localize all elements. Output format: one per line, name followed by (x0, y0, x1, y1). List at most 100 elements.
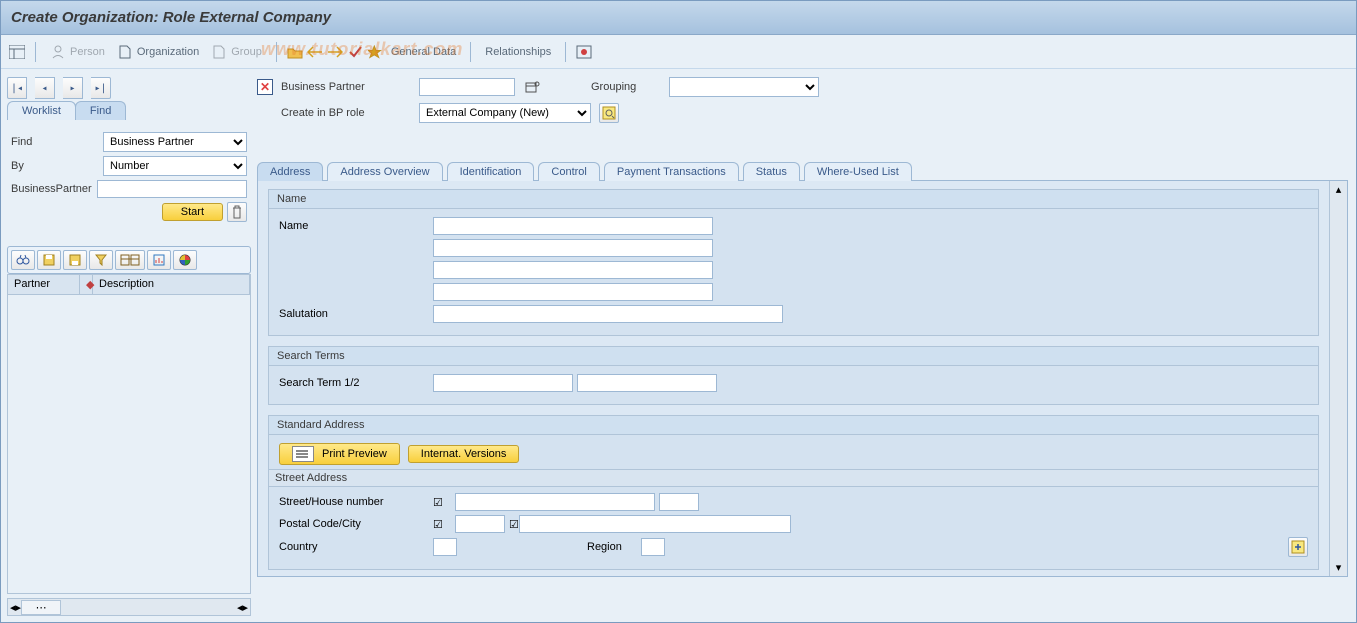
bp-input[interactable] (97, 180, 247, 198)
print-preview-button[interactable]: Print Preview (279, 443, 400, 465)
layout-grid-icon[interactable] (115, 250, 145, 270)
postal-code-input[interactable] (455, 515, 505, 533)
organization-label: Organization (137, 46, 199, 58)
nav-prev-button[interactable]: ◂ (35, 77, 55, 99)
group-button: Group (207, 42, 266, 62)
bp-label: BusinessPartner (11, 183, 97, 195)
scroll-thumb[interactable]: ⋯ (21, 600, 61, 615)
name3-input[interactable] (433, 261, 713, 279)
role-config-icon[interactable] (599, 103, 619, 123)
result-grid-body[interactable] (7, 295, 251, 594)
street-checkbox[interactable]: ☑ (433, 496, 451, 509)
nav-button-group: |◂ ◂ ▸ ▸| (7, 77, 111, 99)
region-input[interactable] (641, 538, 665, 556)
search-term2-input[interactable] (577, 374, 717, 392)
standard-address-group: Standard Address Print Preview Internat.… (268, 415, 1319, 570)
group-icon (211, 44, 227, 60)
country-input[interactable] (433, 538, 457, 556)
city-checkbox[interactable]: ☑ (509, 518, 515, 531)
col-description[interactable]: Description (93, 275, 250, 294)
name-group-header: Name (269, 190, 1318, 209)
col-partner[interactable]: Partner (8, 275, 80, 294)
services-icon[interactable] (576, 44, 592, 60)
relationships-button[interactable]: Relationships (481, 44, 555, 60)
tab-find[interactable]: Find (75, 101, 126, 120)
tab-where-used[interactable]: Where-Used List (804, 162, 912, 181)
tab-identification[interactable]: Identification (447, 162, 535, 181)
result-grid-header: Partner ◆ Description (7, 274, 251, 295)
scroll-right2-icon[interactable]: ▸ (242, 601, 248, 614)
color-icon[interactable] (173, 250, 197, 270)
binoculars-icon[interactable] (11, 250, 35, 270)
left-tabstrip: Worklist Find (7, 101, 251, 120)
create-in-role-select[interactable]: External Company (New) (419, 103, 591, 123)
search-term1-input[interactable] (433, 374, 573, 392)
filter-icon[interactable] (89, 250, 113, 270)
street-input[interactable] (455, 493, 655, 511)
tab-payment-transactions[interactable]: Payment Transactions (604, 162, 739, 181)
name4-input[interactable] (433, 283, 713, 301)
bp-indicator-icon: ✕ (257, 79, 273, 95)
graphic-icon[interactable] (147, 250, 171, 270)
name2-input[interactable] (433, 239, 713, 257)
business-partner-input[interactable] (419, 78, 515, 96)
internat-versions-button[interactable]: Internat. Versions (408, 445, 520, 463)
postal-label: Postal Code/City (279, 518, 429, 530)
header-fields: ✕ Business Partner Grouping Create in BP… (257, 77, 1348, 123)
main-layout: |◂◂▸▸| Worklist Find Find Business Partn… (1, 101, 1356, 622)
detail-tabstrip: Address Address Overview Identification … (257, 161, 1348, 181)
tab-address[interactable]: Address (257, 162, 323, 181)
person-icon (50, 44, 66, 60)
nav-next-button[interactable]: ▸ (63, 77, 83, 99)
col-indicator: ◆ (80, 275, 93, 294)
nav-last-button[interactable]: ▸| (91, 77, 111, 99)
person-button: Person (46, 42, 109, 62)
check-icon[interactable] (347, 44, 363, 60)
organization-button[interactable]: Organization (113, 42, 203, 62)
layout-icon[interactable] (9, 44, 25, 60)
business-partner-label: Business Partner (281, 81, 411, 93)
left-h-scrollbar[interactable]: ◂ ▸ ⋯ ◂ ▸ (7, 598, 251, 616)
scroll-up-icon[interactable]: ▴ (1336, 183, 1342, 196)
city-input[interactable] (519, 515, 791, 533)
prev-icon[interactable] (307, 44, 323, 60)
scroll-down-icon[interactable]: ▾ (1336, 561, 1342, 574)
find-panel: Find Business Partner By Number Business… (7, 130, 251, 234)
salutation-input[interactable] (433, 305, 783, 323)
name-group: Name Name (268, 189, 1319, 336)
general-data-button[interactable]: General Data (387, 44, 460, 60)
grouping-select[interactable] (669, 77, 819, 97)
detail-v-scrollbar[interactable]: ▴ ▾ (1329, 181, 1347, 576)
tab-status[interactable]: Status (743, 162, 800, 181)
detail-tab-content: Name Name (257, 181, 1348, 577)
house-number-input[interactable] (659, 493, 699, 511)
more-fields-icon[interactable] (1288, 537, 1308, 557)
activate-icon[interactable] (367, 44, 383, 60)
save-variant-icon[interactable] (37, 250, 61, 270)
result-toolbar (7, 246, 251, 274)
right-pane: ✕ Business Partner Grouping Create in BP… (257, 101, 1356, 622)
by-select[interactable]: Number (103, 156, 247, 176)
postal-checkbox[interactable]: ☑ (433, 518, 451, 531)
print-preview-label: Print Preview (322, 448, 387, 460)
detail-scroll-area: Name Name (258, 181, 1329, 576)
left-pane: |◂◂▸▸| Worklist Find Find Business Partn… (1, 101, 257, 622)
next-icon[interactable] (327, 44, 343, 60)
app-window: Create Organization: Role External Compa… (0, 0, 1357, 623)
street-address-header: Street Address (269, 469, 1318, 487)
tab-address-overview[interactable]: Address Overview (327, 162, 442, 181)
tab-control[interactable]: Control (538, 162, 599, 181)
by-label: By (11, 160, 103, 172)
find-select[interactable]: Business Partner (103, 132, 247, 152)
delete-icon[interactable] (227, 202, 247, 222)
create-in-role-label: Create in BP role (281, 107, 411, 119)
tab-worklist[interactable]: Worklist (7, 101, 76, 120)
nav-first-button[interactable]: |◂ (7, 77, 27, 99)
open-icon[interactable] (287, 44, 303, 60)
bp-search-icon[interactable] (523, 77, 543, 97)
start-button[interactable]: Start (162, 203, 223, 221)
save-variant2-icon[interactable] (63, 250, 87, 270)
name1-input[interactable] (433, 217, 713, 235)
person-label: Person (70, 46, 105, 58)
group-label: Group (231, 46, 262, 58)
